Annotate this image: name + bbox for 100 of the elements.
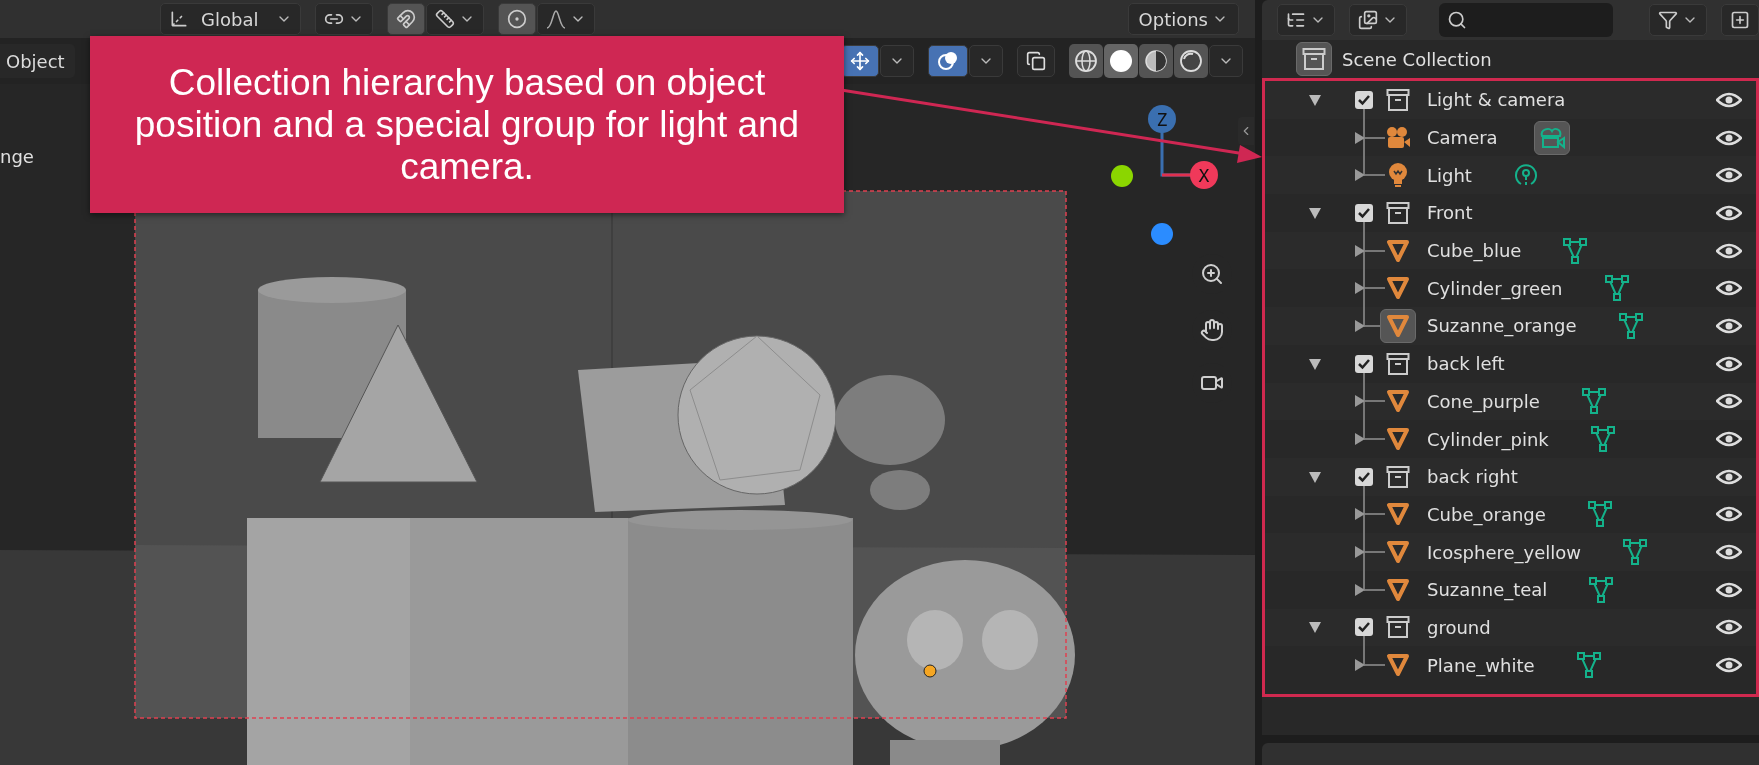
- icon-tile[interactable]: [1380, 308, 1416, 343]
- tree-item-label[interactable]: Light: [1427, 164, 1472, 186]
- tree-item-label[interactable]: Scene Collection: [1342, 48, 1492, 70]
- triangle-icon: [1386, 313, 1410, 338]
- toggle-button[interactable]: [498, 3, 537, 35]
- vertex-triangle-icon: [1580, 388, 1607, 415]
- eye-icon[interactable]: [1716, 505, 1742, 524]
- pivot-dropdown[interactable]: [315, 3, 374, 35]
- collection-icon: [1386, 87, 1410, 112]
- shading-button[interactable]: [1069, 44, 1103, 78]
- plus-box-icon: [1730, 10, 1750, 30]
- mode-dropdown[interactable]: Object: [0, 44, 75, 78]
- tree-item-label[interactable]: Cube_orange: [1427, 503, 1546, 525]
- options-dropdown[interactable]: Options: [1127, 3, 1239, 35]
- expand-arrow-icon[interactable]: [1355, 508, 1365, 521]
- expand-arrow-icon[interactable]: [1355, 659, 1365, 672]
- expand-arrow-icon[interactable]: [1355, 169, 1365, 182]
- tree-item-label[interactable]: Front: [1427, 202, 1473, 224]
- expand-arrow-icon[interactable]: [1355, 546, 1365, 559]
- expand-arrow-icon[interactable]: [1355, 583, 1365, 596]
- settings-dropdown[interactable]: [426, 3, 485, 35]
- eye-icon[interactable]: [1716, 467, 1742, 486]
- new-collection-button[interactable]: [1721, 4, 1759, 36]
- eye-icon[interactable]: [1716, 241, 1742, 260]
- eye-icon[interactable]: [1716, 316, 1742, 335]
- sidebar-toggle[interactable]: [1238, 117, 1254, 145]
- checkbox[interactable]: [1355, 467, 1373, 486]
- eye-icon[interactable]: [1716, 656, 1742, 675]
- settings-dropdown[interactable]: [537, 3, 596, 35]
- shading-button[interactable]: [1104, 44, 1138, 78]
- tree-item-label[interactable]: Cone_purple: [1427, 390, 1540, 412]
- triangle-icon: [1386, 238, 1410, 263]
- vertex-triangle-icon: [1617, 312, 1644, 339]
- expand-arrow-icon[interactable]: [1308, 92, 1322, 107]
- icon-tile[interactable]: [1296, 42, 1332, 76]
- search-field[interactable]: [1439, 3, 1613, 37]
- origin-dot: [923, 664, 937, 678]
- expand-arrow-icon[interactable]: [1308, 205, 1322, 220]
- eye-icon[interactable]: [1716, 580, 1742, 599]
- checkbox[interactable]: [1355, 618, 1373, 637]
- curve-icon: [546, 9, 567, 29]
- collection-icon: [1386, 464, 1410, 489]
- shading-button[interactable]: [1174, 44, 1208, 78]
- checkbox[interactable]: [1355, 90, 1373, 109]
- tree-item-label[interactable]: ground: [1427, 616, 1491, 638]
- tree-item-label[interactable]: Light & camera: [1427, 89, 1566, 111]
- vertex-triangle-icon: [1603, 275, 1630, 302]
- tree-item-label[interactable]: back right: [1427, 466, 1518, 488]
- eye-icon[interactable]: [1716, 128, 1742, 147]
- expand-arrow-icon[interactable]: [1355, 244, 1365, 257]
- annotation-callout: Collection hierarchy based on object position and a special group for light and camera.: [90, 36, 844, 213]
- images-icon: [1358, 10, 1378, 30]
- filter-icon: [1658, 10, 1678, 30]
- tree-item-label[interactable]: back left: [1427, 353, 1505, 375]
- expand-arrow-icon[interactable]: [1308, 620, 1322, 635]
- eye-icon[interactable]: [1716, 430, 1742, 449]
- tree-item-label[interactable]: Camera: [1427, 127, 1498, 149]
- eye-icon[interactable]: [1716, 618, 1742, 637]
- expand-arrow-icon[interactable]: [1355, 282, 1365, 295]
- expand-arrow-icon[interactable]: [1355, 395, 1365, 408]
- display-mode-dropdown[interactable]: [1277, 4, 1335, 36]
- axes-icon: [169, 9, 189, 29]
- checkbox[interactable]: [1355, 354, 1373, 373]
- hand-icon: [1200, 318, 1224, 342]
- toggle-button[interactable]: [1017, 45, 1055, 77]
- search-icon: [1447, 10, 1467, 30]
- eye-icon[interactable]: [1716, 392, 1742, 411]
- icon-tile[interactable]: [1533, 120, 1570, 155]
- expand-arrow-icon[interactable]: [1308, 356, 1322, 371]
- expand-arrow-icon[interactable]: [1308, 469, 1322, 484]
- vertex-triangle-icon: [1575, 652, 1602, 679]
- camera-icon: [1385, 125, 1411, 150]
- tree-item-label[interactable]: Suzanne_teal: [1427, 579, 1548, 601]
- eye-icon[interactable]: [1716, 279, 1742, 298]
- eye-icon[interactable]: [1716, 354, 1742, 373]
- expand-arrow-icon[interactable]: [1355, 319, 1365, 332]
- expand-arrow-icon[interactable]: [1355, 433, 1365, 446]
- filter-dropdown[interactable]: [1649, 4, 1707, 36]
- tree-item-label[interactable]: Icosphere_yellow: [1427, 541, 1582, 563]
- checkbox[interactable]: [1355, 203, 1373, 222]
- eye-icon[interactable]: [1716, 203, 1742, 222]
- triangle-icon: [1386, 502, 1410, 527]
- eye-icon[interactable]: [1716, 90, 1742, 109]
- orientation-dropdown[interactable]: Global: [160, 3, 302, 35]
- view-dropdown[interactable]: [1349, 4, 1407, 36]
- tree-item-label[interactable]: Cylinder_green: [1427, 277, 1563, 299]
- target-icon: [507, 9, 528, 29]
- toggle-button[interactable]: [928, 45, 968, 77]
- shading-button[interactable]: [1139, 44, 1173, 78]
- tree-item-label[interactable]: Plane_white: [1427, 654, 1535, 676]
- tree-item-label[interactable]: Suzanne_orange: [1427, 315, 1577, 337]
- tree-item-label[interactable]: Cube_blue: [1427, 240, 1522, 262]
- expand-arrow-icon[interactable]: [1355, 131, 1365, 144]
- toggle-button[interactable]: [387, 3, 426, 35]
- solid-sphere-icon: [1109, 49, 1133, 73]
- eye-icon[interactable]: [1716, 166, 1742, 185]
- overlapping-circles-icon: [937, 50, 959, 72]
- vertex-triangle-icon: [1562, 237, 1589, 264]
- tree-item-label[interactable]: Cylinder_pink: [1427, 428, 1549, 450]
- eye-icon[interactable]: [1716, 543, 1742, 562]
